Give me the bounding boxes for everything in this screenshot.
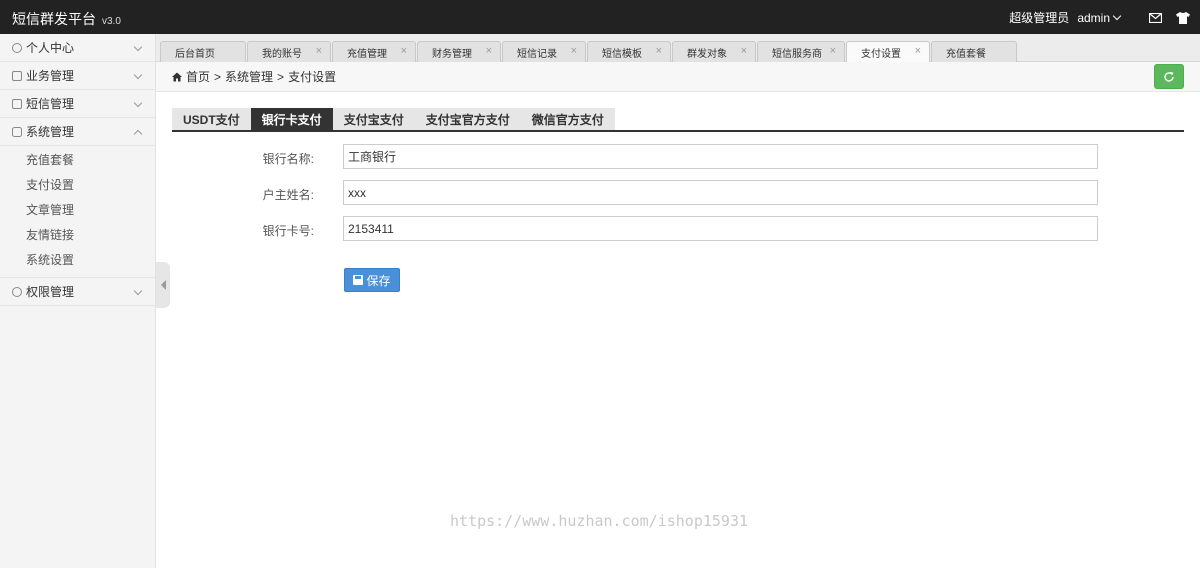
tab-finance-management[interactable]: 财务管理 × [417,41,501,62]
database-icon [12,126,22,137]
holder-name-input[interactable] [343,180,1098,205]
tab-label: 财务管理 [432,48,472,60]
sidebar-group-label: 系统管理 [26,125,75,139]
tab-bank-card-payment[interactable]: 银行卡支付 [250,108,333,130]
sidebar: 个人中心 业务管理 短信管理 系统管理 充值套餐 支付设置 文章管理 友情链接 … [0,34,156,568]
sidebar-group-business[interactable]: 业务管理 [0,62,155,90]
mail-icon[interactable] [1148,11,1162,25]
tab-label: 支付设置 [861,48,901,60]
top-navbar: 短信群发平台 v3.0 超级管理员 admin [0,0,1200,34]
close-icon[interactable]: × [915,45,921,57]
breadcrumb-section[interactable]: 系统管理 [225,68,273,85]
save-button[interactable]: 保存 [344,268,400,292]
close-icon[interactable]: × [656,45,662,57]
close-icon[interactable]: × [486,45,492,57]
tab-sms-providers[interactable]: 短信服务商 × [757,41,845,62]
tab-sms-templates[interactable]: 短信模板 × [587,41,671,62]
tab-label: 短信模板 [602,48,642,60]
business-icon [12,70,22,81]
chevron-down-icon [133,42,143,52]
app-version: v3.0 [102,16,121,27]
tab-payment-settings[interactable]: 支付设置 × [846,41,930,62]
close-icon[interactable]: × [741,45,747,57]
tab-label: 后台首页 [175,48,215,60]
sidebar-group-label: 权限管理 [26,285,75,299]
sidebar-group-sms[interactable]: 短信管理 [0,90,155,118]
user-menu[interactable]: admin [1077,10,1122,25]
chevron-down-icon [133,98,143,108]
tab-label: 短信服务商 [772,48,822,60]
tab-my-account[interactable]: 我的账号 × [247,41,331,62]
card-number-input[interactable] [343,216,1098,241]
breadcrumb: 首页 > 系统管理 > 支付设置 [156,62,1200,92]
tab-label: 充值管理 [347,48,387,60]
tab-sms-records[interactable]: 短信记录 × [502,41,586,62]
tab-mass-targets[interactable]: 群发对象 × [672,41,756,62]
save-button-label: 保存 [366,273,391,288]
top-right-area: 超级管理员 admin [1009,9,1190,26]
close-icon[interactable]: × [316,45,322,57]
app-title: 短信群发平台 [12,11,96,27]
sidebar-group-label: 短信管理 [26,97,75,111]
close-icon[interactable]: × [571,45,577,57]
tab-usdt-payment[interactable]: USDT支付 [172,108,251,130]
sidebar-item-friend-links[interactable]: 友情链接 [0,223,155,248]
sms-icon [12,98,22,109]
close-icon[interactable]: × [830,45,836,57]
tab-alipay-payment[interactable]: 支付宝支付 [332,108,415,130]
page-tabs-bar: 后台首页 我的账号 × 充值管理 × 财务管理 × 短信记录 × 短信模板 × 群发对象 ×… [156,34,1200,62]
tab-home[interactable]: 后台首页 [160,41,246,62]
card-number-label: 银行卡号: [262,224,314,238]
chevron-down-icon [133,286,143,296]
tab-recharge-package[interactable]: 充值套餐 [931,41,1017,62]
shirt-icon[interactable] [1176,11,1190,25]
form-row-card-number: 银行卡号: [172,216,1102,242]
user-icon [12,42,22,53]
sidebar-collapse-handle[interactable] [156,262,170,308]
sidebar-item-system-settings[interactable]: 系统设置 [0,248,155,273]
user-role: 超级管理员 [1009,11,1070,25]
username: admin [1077,10,1110,25]
tab-alipay-official-payment[interactable]: 支付宝官方支付 [414,108,521,130]
sidebar-group-permission[interactable]: 权限管理 [0,278,155,306]
refresh-button[interactable] [1154,64,1184,89]
bank-name-input[interactable] [343,144,1098,169]
tab-recharge-management[interactable]: 充值管理 × [332,41,416,62]
app-brand[interactable]: 短信群发平台 v3.0 [12,9,121,29]
chevron-down-icon [1112,11,1122,20]
tab-label: 群发对象 [687,48,727,60]
breadcrumb-separator: > [214,69,222,84]
bank-name-label: 银行名称: [262,152,314,166]
refresh-icon [1164,71,1174,82]
home-icon [172,72,182,81]
tab-label: 我的账号 [262,48,302,60]
tab-label: 短信记录 [517,48,557,60]
watermark-text: https://www.huzhan.com/ishop15931 [450,512,749,530]
sidebar-item-payment-settings[interactable]: 支付设置 [0,173,155,198]
tab-label: 充值套餐 [946,48,986,60]
users-icon [12,286,22,297]
caret-left-icon [160,280,166,290]
chevron-down-icon [133,70,143,80]
sidebar-group-personal[interactable]: 个人中心 [0,34,155,62]
floppy-disk-icon [353,275,364,285]
breadcrumb-separator: > [277,69,285,84]
payment-method-tabs: USDT支付 银行卡支付 支付宝支付 支付宝官方支付 微信官方支付 [172,108,1184,132]
form-row-holder-name: 户主姓名: [172,180,1102,206]
tab-wechat-official-payment[interactable]: 微信官方支付 [520,108,615,130]
sidebar-group-label: 业务管理 [26,69,75,83]
sidebar-group-label: 个人中心 [26,41,75,55]
breadcrumb-home[interactable]: 首页 [186,68,210,85]
form-row-bank-name: 银行名称: [172,144,1102,170]
breadcrumb-current: 支付设置 [288,70,337,84]
holder-name-label: 户主姓名: [262,188,314,202]
sidebar-item-article-management[interactable]: 文章管理 [0,198,155,223]
system-submenu: 充值套餐 支付设置 文章管理 友情链接 系统设置 [0,146,155,278]
sidebar-item-recharge-package[interactable]: 充值套餐 [0,148,155,173]
sidebar-group-system[interactable]: 系统管理 [0,118,155,146]
close-icon[interactable]: × [401,45,407,57]
chevron-up-icon [133,129,143,139]
